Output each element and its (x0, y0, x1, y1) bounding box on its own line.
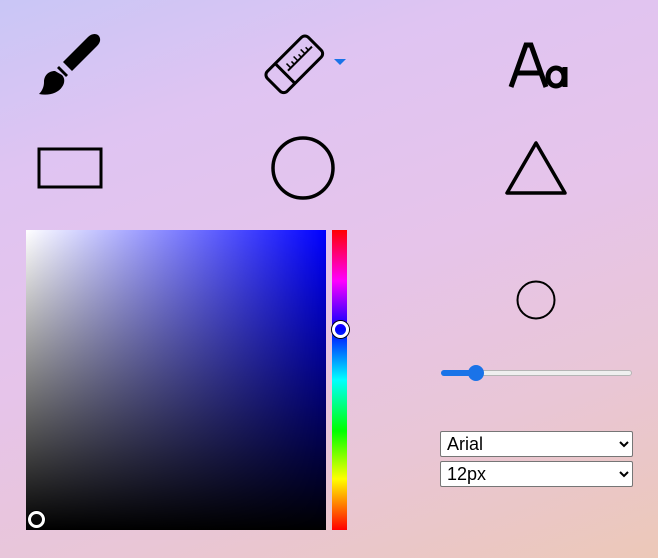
triangle-icon (505, 140, 567, 195)
text-tool-button[interactable] (500, 27, 580, 102)
rectangle-icon (37, 147, 103, 188)
hue-slider-handle[interactable] (332, 321, 349, 338)
font-family-select[interactable]: Arial (440, 431, 633, 457)
font-size-select[interactable]: 12px (440, 461, 633, 487)
circle-tool-button[interactable] (262, 130, 344, 205)
triangle-tool-button[interactable] (496, 130, 576, 205)
color-picker-handle[interactable] (28, 511, 45, 528)
text-icon (508, 42, 568, 88)
hue-slider[interactable] (332, 230, 349, 530)
brush-size-preview-icon (516, 280, 556, 320)
color-saturation-value-area[interactable] (26, 230, 326, 530)
paintbrush-icon (39, 33, 101, 95)
slider-thumb[interactable] (468, 365, 484, 381)
rectangle-tool-button[interactable] (30, 130, 110, 205)
circle-icon (271, 135, 335, 200)
eraser-tool-button[interactable] (255, 27, 335, 102)
eraser-icon (264, 33, 325, 94)
brush-size-slider[interactable] (440, 363, 633, 383)
chevron-down-icon[interactable] (333, 57, 347, 67)
brush-tool-button[interactable] (30, 27, 110, 102)
